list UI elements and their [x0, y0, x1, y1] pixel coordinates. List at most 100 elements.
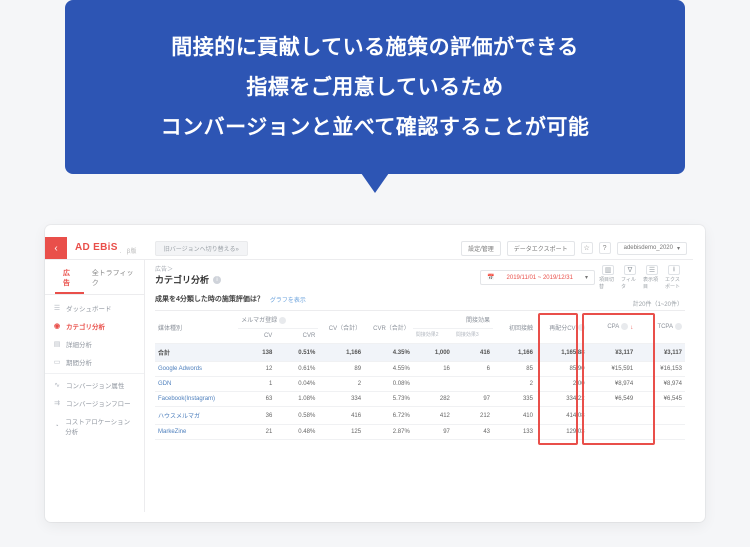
brand-logo[interactable]: AD EBiS. β版	[75, 242, 137, 255]
row-name-cell[interactable]: Google Adwords	[155, 362, 238, 377]
data-cell: 21	[238, 425, 275, 440]
info-icon[interactable]: i	[213, 276, 221, 284]
data-cell: 212	[453, 407, 493, 425]
chart-icon: ∿	[53, 381, 61, 389]
table-row[interactable]: MarkeZine210.48%1252.87%9743133129.03	[155, 425, 685, 440]
data-export-button[interactable]: データエクスポート	[507, 241, 575, 256]
date-range-picker[interactable]: 📅 2019/11/01 ~ 2019/12/31 ▾	[480, 270, 595, 285]
ctrl-export[interactable]: ⭳エクスポート	[665, 265, 683, 290]
col-cv[interactable]: CV	[238, 329, 275, 344]
brand-suffix: β版	[127, 249, 137, 255]
col-group-mailmag[interactable]: メルマガ登録	[238, 311, 318, 329]
table-head: 媒体種別 メルマガ登録 CV（合計） CVR（合計） 間接効果 初回接触 再配分…	[155, 311, 685, 344]
data-cell: 2	[318, 377, 364, 392]
table-row[interactable]: 合計1380.51%1,1664.35%1,0004161,1661,165.8…	[155, 344, 685, 362]
row-counter: 計20件（1~20件）	[633, 299, 683, 308]
data-cell: ¥3,117	[636, 344, 685, 362]
nav-detail-analysis[interactable]: ▤詳細分析	[45, 335, 144, 353]
data-cell: 0.58%	[275, 407, 318, 425]
data-cell: 0.51%	[275, 344, 318, 362]
ctrl-filter[interactable]: ∇フィルタ	[621, 265, 639, 290]
show-graph-link[interactable]: グラフを表示	[270, 295, 306, 304]
data-cell: ¥8,974	[588, 377, 637, 392]
help-icon[interactable]: ?	[599, 242, 611, 254]
badge-icon	[279, 317, 286, 324]
col-cvr[interactable]: CVR	[275, 329, 318, 344]
data-cell: 138	[238, 344, 275, 362]
col-first-touch[interactable]: 初回接触	[493, 311, 536, 344]
back-button[interactable]: ‹	[45, 237, 67, 259]
row-name-cell[interactable]: Facebook(Instagram)	[155, 392, 238, 407]
badge-icon	[675, 323, 682, 330]
callout-line-1: 間接的に貢献している施策の評価ができる	[89, 28, 661, 68]
data-cell: 133	[493, 425, 536, 440]
table-row[interactable]: Facebook(Instagram)631.08%3345.73%282973…	[155, 392, 685, 407]
table-row[interactable]: Google Adwords120.61%894.55%1668585.90¥1…	[155, 362, 685, 377]
list-icon: ▤	[53, 340, 61, 348]
insight-question: 成果を4分類した時の施策評価は？	[155, 294, 264, 304]
chevron-down-icon: ▾	[677, 245, 680, 252]
chevron-left-icon: ‹	[54, 243, 57, 254]
data-cell: ¥8,974	[636, 377, 685, 392]
target-icon: ◉	[53, 322, 61, 330]
filter-icon: ∇	[624, 265, 636, 275]
col-indirect2[interactable]: 間接効果2	[413, 329, 453, 344]
nav-dashboard[interactable]: ☰ダッシュボード	[45, 299, 144, 317]
col-indirect3[interactable]: 間接効果3	[453, 329, 493, 344]
account-selector[interactable]: adebisdemo_2020 ▾	[617, 242, 687, 255]
row-name-cell[interactable]: ハウスメルマガ	[155, 407, 238, 425]
settings-button[interactable]: 設定/管理	[461, 241, 501, 256]
table-row[interactable]: GDN10.04%20.08%22.00¥8,974¥8,974	[155, 377, 685, 392]
ctrl-display-items[interactable]: ☰表示項目	[643, 265, 661, 290]
callout-tail	[361, 173, 389, 193]
date-range-value: 2019/11/01 ~ 2019/12/31	[501, 272, 579, 284]
col-media[interactable]: 媒体種別	[155, 311, 238, 344]
data-cell: 335	[493, 392, 536, 407]
page-title: カテゴリ分析	[155, 273, 209, 286]
legacy-switch-button[interactable]: 旧バージョンへ切り替える»	[155, 241, 248, 256]
data-cell: 97	[453, 392, 493, 407]
data-cell: 16	[413, 362, 453, 377]
badge-icon	[621, 323, 628, 330]
data-cell: 416	[318, 407, 364, 425]
tab-ads[interactable]: 広告	[55, 264, 84, 294]
grid-icon: ☰	[53, 304, 61, 312]
ctrl-column-switch[interactable]: ▥項目切替	[599, 265, 617, 290]
data-cell: 85.90	[536, 362, 588, 377]
data-cell: 410	[493, 407, 536, 425]
insight-row: 成果を4分類した時の施策評価は？ グラフを表示	[155, 294, 685, 304]
col-cv-total[interactable]: CV（合計）	[318, 311, 364, 344]
data-cell: 0.48%	[275, 425, 318, 440]
table-row[interactable]: ハウスメルマガ360.58%4166.72%412212410414.08	[155, 407, 685, 425]
col-group-indirect[interactable]: 間接効果	[413, 311, 493, 329]
data-cell: ¥3,117	[588, 344, 637, 362]
row-name-cell[interactable]: GDN	[155, 377, 238, 392]
row-name-cell[interactable]: MarkeZine	[155, 425, 238, 440]
data-table: 媒体種別 メルマガ登録 CV（合計） CVR（合計） 間接効果 初回接触 再配分…	[155, 311, 685, 440]
data-cell	[636, 425, 685, 440]
tab-all-traffic[interactable]: 全トラフィック	[84, 264, 144, 294]
data-cell: 334	[318, 392, 364, 407]
data-cell: 414.08	[536, 407, 588, 425]
col-cvr-total[interactable]: CVR（合計）	[364, 311, 413, 344]
nav-category-analysis[interactable]: ◉カテゴリ分析	[45, 317, 144, 335]
data-cell: 85	[493, 362, 536, 377]
nav-cv-flow[interactable]: ⇉コンバージョンフロー	[45, 394, 144, 412]
data-cell: ¥15,591	[588, 362, 637, 377]
sidebar: 広告 全トラフィック ☰ダッシュボード ◉カテゴリ分析 ▤詳細分析 ▭期間分析 …	[45, 260, 145, 512]
nav-period-analysis[interactable]: ▭期間分析	[45, 353, 144, 371]
col-cpa[interactable]: CPA↓	[588, 311, 637, 344]
notification-icon[interactable]: ☆	[581, 242, 593, 254]
nav-cv-attribute[interactable]: ∿コンバージョン属性	[45, 376, 144, 394]
col-recv[interactable]: 再配分CV	[536, 311, 588, 344]
data-cell: 416	[453, 344, 493, 362]
data-cell: 97	[413, 425, 453, 440]
data-cell: 4.55%	[364, 362, 413, 377]
data-cell: 0.04%	[275, 377, 318, 392]
calendar-icon: ▭	[53, 358, 61, 366]
data-cell: 334.22	[536, 392, 588, 407]
col-tcpa[interactable]: TCPA	[636, 311, 685, 344]
gear-icon: ☰	[646, 265, 658, 275]
nav-cost-allocation[interactable]: ◔コストアロケーション分析	[45, 412, 144, 440]
data-cell: 2	[493, 377, 536, 392]
